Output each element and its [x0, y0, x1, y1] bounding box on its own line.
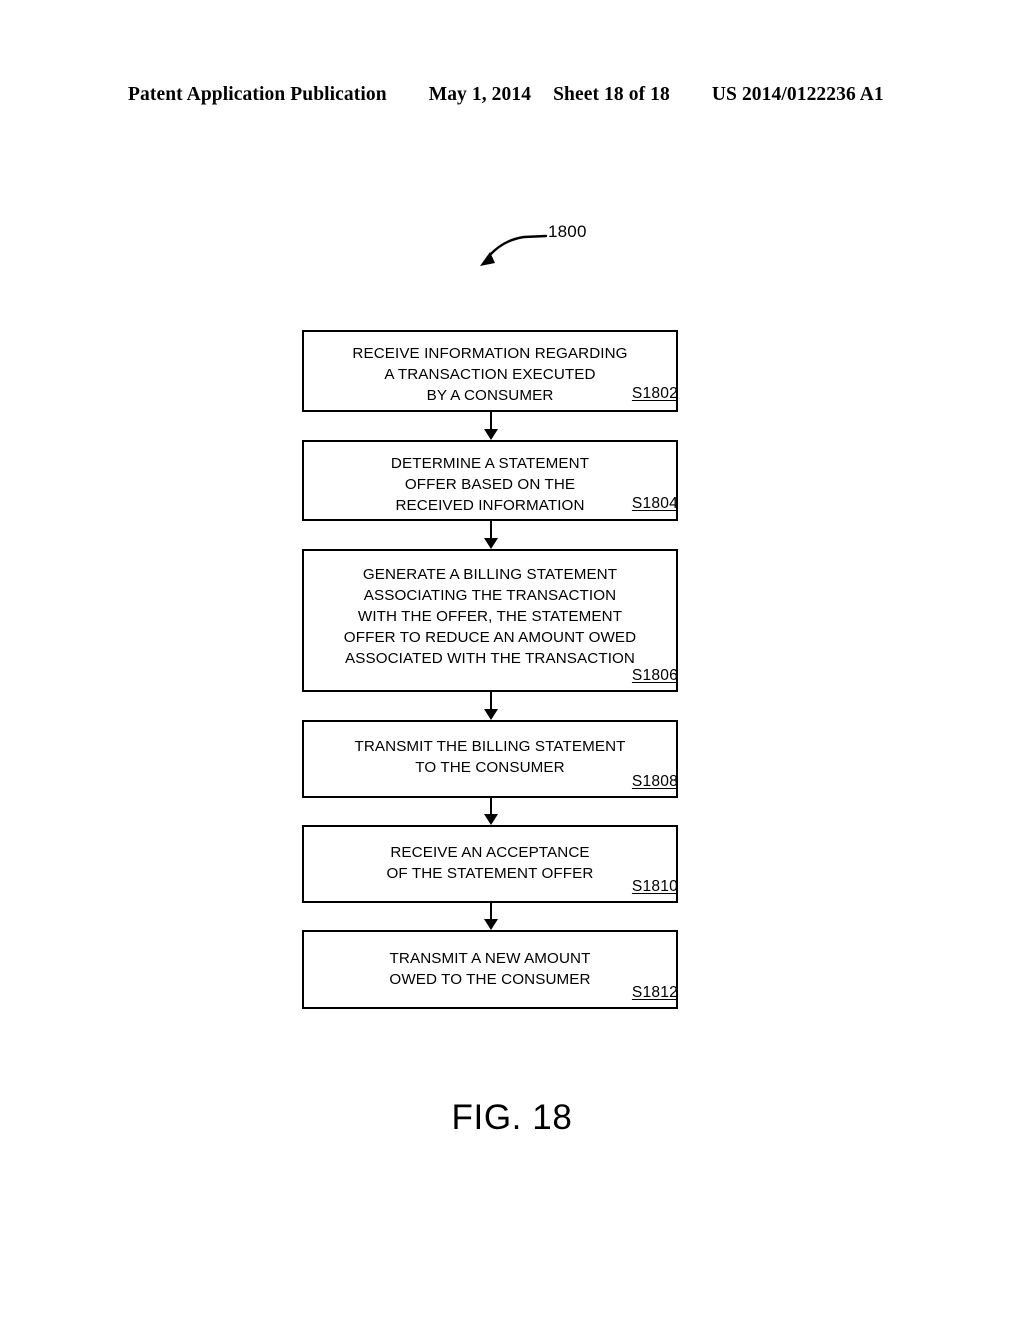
- flow-step-text: TRANSMIT A NEW AMOUNT OWED TO THE CONSUM…: [389, 950, 591, 988]
- arrowhead-down-icon: [483, 429, 498, 440]
- flow-step-text: TRANSMIT THE BILLING STATEMENT TO THE CO…: [354, 738, 626, 776]
- flow-step-label: S1808: [631, 773, 678, 790]
- flow-step-box-s1810: RECEIVE AN ACCEPTANCE OF THE STATEMENT O…: [302, 825, 678, 903]
- flow-step-box-s1804: DETERMINE A STATEMENT OFFER BASED ON THE…: [302, 440, 678, 521]
- connector-arrow-s1806-to-s1808: [483, 692, 499, 720]
- connector-arrow-s1810-to-s1812: [483, 903, 499, 930]
- connector-line: [490, 903, 493, 920]
- flow-step-box-s1802: RECEIVE INFORMATION REGARDING A TRANSACT…: [302, 330, 678, 412]
- flow-step-text: GENERATE A BILLING STATEMENT ASSOCIATING…: [343, 566, 637, 667]
- flow-step-text: RECEIVE AN ACCEPTANCE OF THE STATEMENT O…: [386, 844, 594, 882]
- connector-line: [490, 521, 493, 539]
- connector-line: [490, 692, 493, 710]
- connector-arrow-s1804-to-s1806: [483, 521, 499, 549]
- flow-step-text: DETERMINE A STATEMENT OFFER BASED ON THE…: [390, 455, 590, 514]
- flow-step-label: S1802: [631, 385, 678, 402]
- flow-step-box-s1808: TRANSMIT THE BILLING STATEMENT TO THE CO…: [302, 720, 678, 798]
- connector-arrow-s1802-to-s1804: [483, 412, 499, 440]
- flow-step-box-s1812: TRANSMIT A NEW AMOUNT OWED TO THE CONSUM…: [302, 930, 678, 1009]
- flow-step-label: S1812: [631, 984, 678, 1001]
- flow-step-label: S1806: [631, 667, 678, 684]
- arrowhead-down-icon: [483, 919, 498, 930]
- reference-numeral-label: 1800: [548, 222, 587, 241]
- figure-caption: FIG. 18: [451, 1098, 573, 1137]
- flowchart-figure: 1800 RECEIVE INFORMATION REGARDING A TRA…: [0, 0, 1024, 1320]
- flow-step-label: S1804: [631, 495, 678, 512]
- flow-step-text: RECEIVE INFORMATION REGARDING A TRANSACT…: [352, 345, 628, 404]
- flow-step-box-s1806: GENERATE A BILLING STATEMENT ASSOCIATING…: [302, 549, 678, 692]
- connector-arrow-s1808-to-s1810: [483, 798, 499, 825]
- arrowhead-down-icon: [483, 814, 498, 825]
- connector-line: [490, 412, 493, 430]
- connector-line: [490, 798, 493, 815]
- reference-numeral-1800-group: 1800: [476, 222, 656, 274]
- arrowhead-down-icon: [483, 538, 498, 549]
- arrowhead-down-icon: [483, 709, 498, 720]
- flow-step-label: S1810: [631, 878, 678, 895]
